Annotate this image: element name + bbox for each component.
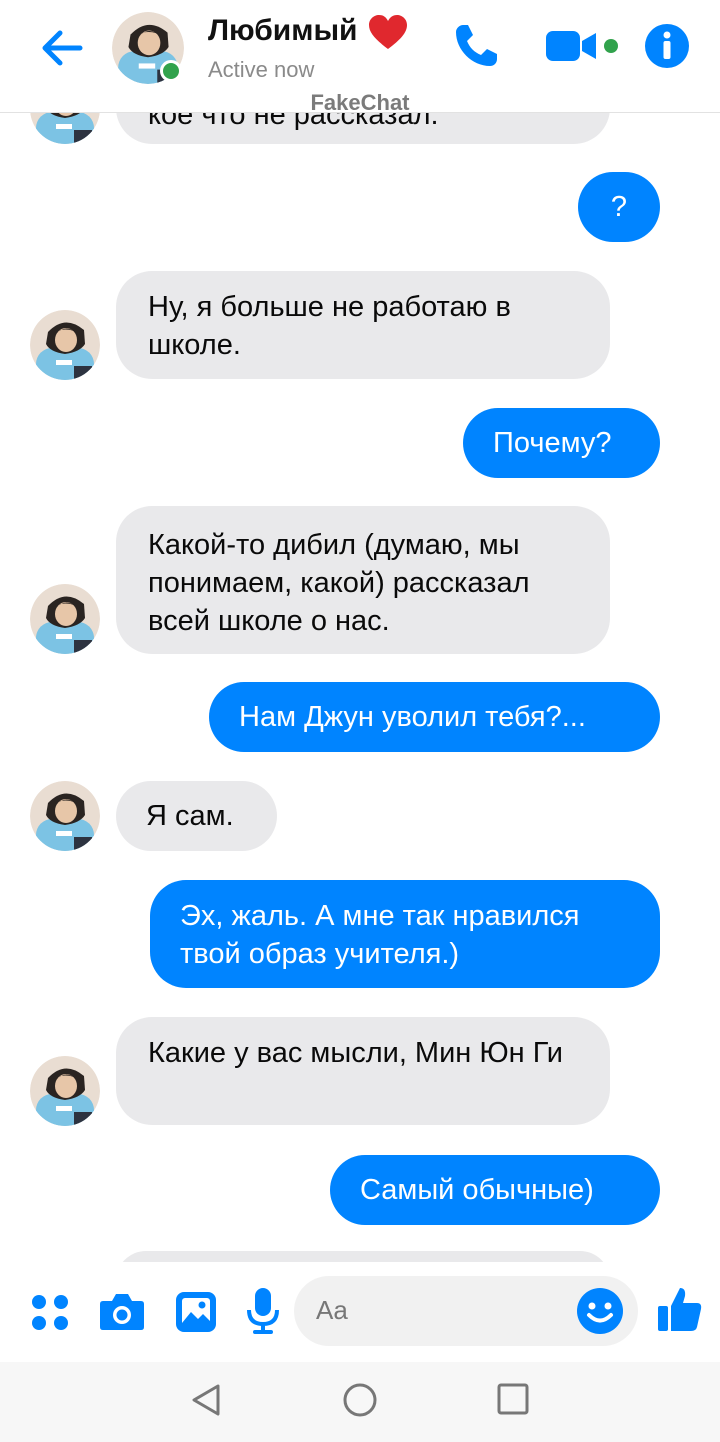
message-input-placeholder: Aa [316, 1295, 348, 1325]
system-home-button[interactable] [342, 1382, 378, 1418]
incoming-message[interactable]: Какие у вас мысли, Мин Юн Ги [116, 1017, 610, 1125]
contact-avatar[interactable] [30, 584, 100, 654]
like-button[interactable] [656, 1284, 704, 1334]
gallery-button[interactable] [174, 1290, 218, 1334]
emoji-icon [577, 1288, 623, 1334]
message-text: Нам Джун уволил тебя?... [239, 701, 586, 733]
apps-button[interactable] [30, 1292, 70, 1332]
emoji-button[interactable] [576, 1287, 624, 1335]
microphone-icon [247, 1288, 279, 1334]
message-composer: Aa [0, 1262, 720, 1362]
online-status-dot [160, 60, 182, 82]
incoming-message[interactable]: Ну, я больше не работаю в школе. [116, 271, 610, 379]
outgoing-message[interactable]: Почему? [463, 408, 660, 478]
phone-icon [456, 25, 497, 66]
system-back-button[interactable] [188, 1382, 224, 1418]
message-text: Ну, я больше не работаю в школе. [148, 291, 511, 361]
camera-button[interactable] [98, 1290, 146, 1332]
watermark-label: FakeChat [310, 90, 410, 115]
info-button[interactable] [644, 23, 690, 69]
voice-button[interactable] [246, 1286, 280, 1336]
contact-avatar[interactable] [30, 1056, 100, 1126]
message-text: Эх, жаль. А мне так нравился твой образ … [180, 900, 580, 970]
chat-header: Любимый Active now FakeChat [0, 0, 720, 115]
system-recents-button[interactable] [496, 1382, 530, 1416]
outgoing-message[interactable]: Нам Джун уволил тебя?... [209, 682, 660, 752]
back-button[interactable] [38, 26, 88, 70]
message-text: Какой-то дибил (думаю, мы понимаем, како… [148, 529, 530, 637]
message-text: Я сам. [146, 800, 234, 832]
contact-status: Active now [208, 57, 315, 82]
message-text: Самый обычные) [360, 1174, 594, 1206]
recents-square-icon [497, 1383, 529, 1415]
back-triangle-icon [192, 1384, 220, 1416]
outgoing-message[interactable]: Самый обычные) [330, 1155, 660, 1225]
contact-name[interactable]: Любимый [208, 14, 358, 48]
incoming-message[interactable]: Я сам. [116, 781, 277, 851]
camera-icon [100, 1294, 144, 1330]
contact-avatar[interactable] [30, 781, 100, 851]
outgoing-message[interactable]: ? [578, 172, 660, 242]
message-list[interactable]: кое что не рассказал. ? Ну, я больше не … [0, 0, 720, 1262]
system-navigation-bar [0, 1362, 720, 1442]
thumbs-up-icon [658, 1288, 702, 1331]
video-camera-icon [546, 31, 618, 61]
home-circle-icon [343, 1383, 377, 1417]
contact-avatar[interactable] [30, 310, 100, 380]
message-text: Какие у вас мысли, Мин Юн Ги [148, 1037, 564, 1069]
call-button[interactable] [450, 20, 502, 72]
incoming-message-partial[interactable] [116, 1251, 610, 1262]
message-text: ? [610, 191, 628, 223]
outgoing-message[interactable]: Эх, жаль. А мне так нравился твой образ … [150, 880, 660, 988]
image-icon [176, 1292, 216, 1332]
apps-icon [32, 1295, 68, 1330]
incoming-message[interactable]: Какой-то дибил (думаю, мы понимаем, како… [116, 506, 610, 654]
heart-icon [369, 15, 407, 49]
message-text: Почему? [493, 427, 612, 459]
info-icon [645, 24, 689, 68]
arrow-left-icon [42, 30, 83, 66]
video-call-button[interactable] [544, 26, 624, 66]
message-input[interactable]: Aa [294, 1276, 638, 1346]
